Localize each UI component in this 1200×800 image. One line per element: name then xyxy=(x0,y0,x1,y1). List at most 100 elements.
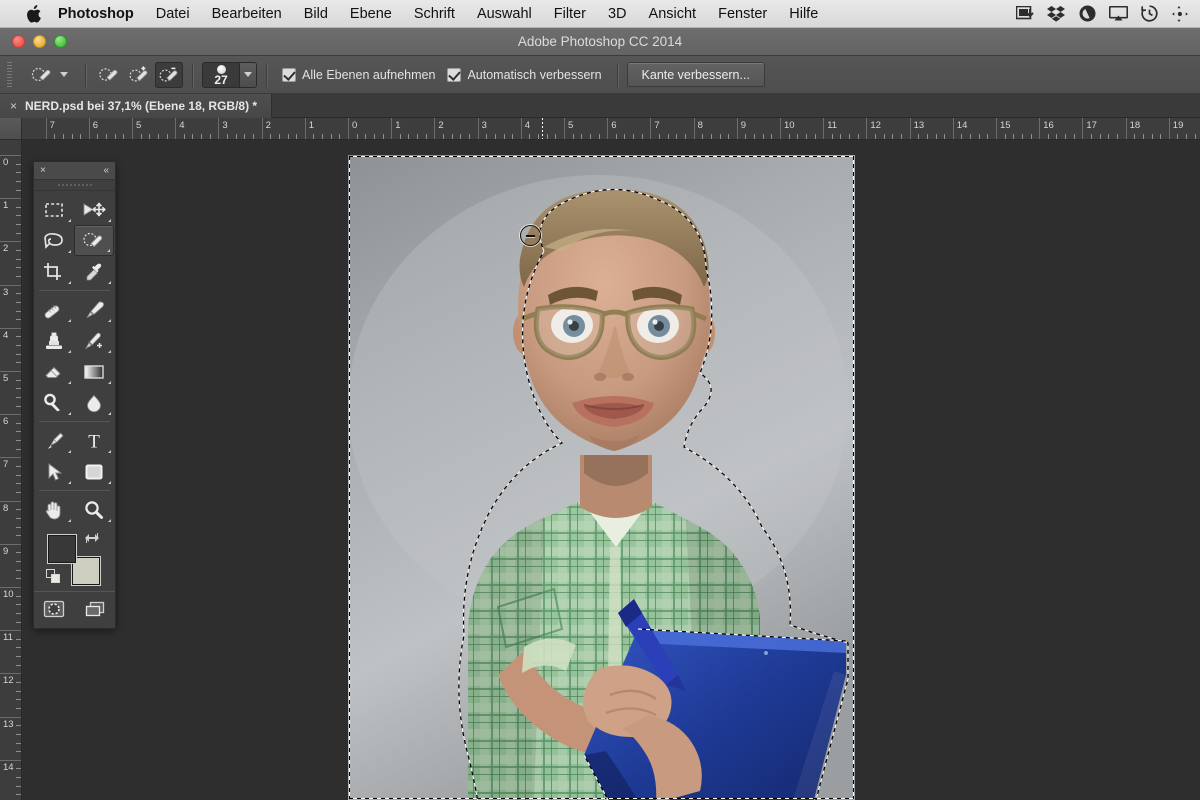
menu-item-ebene[interactable]: Ebene xyxy=(339,0,403,28)
ruler-label: 2 xyxy=(438,120,444,131)
menu-item-3d[interactable]: 3D xyxy=(597,0,638,28)
tool-quick-selection[interactable] xyxy=(74,225,114,256)
minimize-button[interactable] xyxy=(33,35,46,48)
menu-item-bearbeiten[interactable]: Bearbeiten xyxy=(201,0,293,28)
close-button[interactable] xyxy=(12,35,25,48)
sample-all-layers-checkbox[interactable] xyxy=(282,67,296,82)
tool-crop[interactable] xyxy=(34,256,74,287)
tool-flyout-corner-icon xyxy=(108,319,111,322)
mode-buttons-row xyxy=(34,591,115,628)
refine-edge-button[interactable]: Kante verbessern... xyxy=(626,62,765,87)
tool-clone-stamp[interactable] xyxy=(34,325,74,356)
ruler-tick-major xyxy=(693,118,695,139)
ruler-tick-major xyxy=(391,118,393,139)
new-selection-button[interactable] xyxy=(95,62,123,88)
ruler-label: 14 xyxy=(3,761,14,773)
ruler-label: 4 xyxy=(524,120,531,131)
tool-dodge[interactable] xyxy=(34,387,74,418)
dropbox-icon[interactable] xyxy=(1046,4,1066,24)
ruler-tick-minor xyxy=(615,134,617,139)
tool-eyedropper[interactable] xyxy=(74,256,114,287)
ruler-tick-minor xyxy=(589,134,591,139)
brush-size-picker[interactable]: 27 xyxy=(202,61,257,88)
ruler-tick-minor xyxy=(313,134,315,139)
foreground-color-swatch[interactable] xyxy=(48,535,76,563)
sample-all-layers-checkbox-row[interactable]: Alle Ebenen aufnehmen xyxy=(276,67,441,82)
tool-blur[interactable] xyxy=(74,387,114,418)
menu-item-photoshop[interactable]: Photoshop xyxy=(54,0,145,28)
tool-type[interactable]: T xyxy=(74,425,114,456)
menu-item-fenster[interactable]: Fenster xyxy=(707,0,778,28)
quick-mask-icon[interactable] xyxy=(40,596,68,622)
quick-selection-tool-icon[interactable] xyxy=(28,62,56,88)
tool-eraser[interactable] xyxy=(34,356,74,387)
menu-item-schrift[interactable]: Schrift xyxy=(403,0,466,28)
canvas-area[interactable] xyxy=(22,140,1200,800)
ruler-tick-major xyxy=(348,118,349,139)
default-colors-icon[interactable] xyxy=(46,569,62,590)
tool-hand[interactable] xyxy=(34,494,74,525)
ruler-label: 17 xyxy=(1086,120,1097,131)
background-color-swatch[interactable] xyxy=(72,557,100,585)
add-to-selection-button[interactable] xyxy=(125,62,153,88)
tool-path-selection[interactable] xyxy=(34,456,74,487)
tool-preset-picker[interactable] xyxy=(20,62,76,88)
airplay-icon[interactable] xyxy=(1108,4,1128,24)
ruler-tick-minor xyxy=(624,134,626,139)
tool-preset-chevron-down-icon[interactable] xyxy=(60,72,68,77)
ruler-tick-minor xyxy=(16,768,21,770)
menu-item-filter[interactable]: Filter xyxy=(543,0,597,28)
brush-size-chevron-down-icon[interactable] xyxy=(239,62,256,87)
ruler-corner[interactable] xyxy=(0,118,22,140)
ruler-tick-major xyxy=(45,118,47,139)
tool-rectangle-shape[interactable] xyxy=(74,456,114,487)
window-title: Adobe Photoshop CC 2014 xyxy=(517,33,683,49)
screen-download-icon[interactable] xyxy=(1015,4,1035,24)
zoom-button[interactable] xyxy=(54,35,67,48)
ruler-label: 0 xyxy=(352,120,358,131)
tools-panel-drag-handle[interactable] xyxy=(34,180,115,191)
close-icon[interactable]: × xyxy=(10,99,17,113)
ruler-tick-minor xyxy=(16,293,21,295)
document-canvas[interactable] xyxy=(348,155,855,800)
ruler-tick-minor xyxy=(684,134,686,139)
menu-item-hilfe[interactable]: Hilfe xyxy=(778,0,829,28)
swap-colors-icon[interactable] xyxy=(84,531,100,550)
vertical-ruler[interactable]: 0123456789101112131415 xyxy=(0,140,22,800)
flux-droplet-icon[interactable] xyxy=(1077,4,1097,24)
tool-zoom[interactable] xyxy=(74,494,114,525)
tool-pen[interactable] xyxy=(34,425,74,456)
horizontal-ruler[interactable]: 7 6 5 4 3 2 1 0 1 2 3 4 5 6 7 8 9 10 11 12 13 14 15 16 17 18 19 xyxy=(22,118,1200,140)
screen-mode-icon[interactable] xyxy=(81,596,109,622)
ruler-guide-marker[interactable] xyxy=(542,118,544,139)
apple-logo-icon[interactable] xyxy=(22,3,44,25)
ruler-tick-minor xyxy=(149,134,151,139)
menu-item-bild[interactable]: Bild xyxy=(293,0,339,28)
bluetooth-sharing-icon[interactable] xyxy=(1170,4,1190,24)
menu-item-ansicht[interactable]: Ansicht xyxy=(638,0,708,28)
ruler-label: 11 xyxy=(3,632,13,644)
ruler-tick-minor xyxy=(857,134,859,139)
ruler-label: 1 xyxy=(3,200,9,212)
document-tab-nerd-psd[interactable]: × NERD.psd bei 37,1% (Ebene 18, RGB/8) * xyxy=(0,94,273,118)
ruler-tick-minor xyxy=(1091,134,1093,139)
auto-enhance-checkbox[interactable] xyxy=(447,67,462,82)
menu-item-auswahl[interactable]: Auswahl xyxy=(466,0,543,28)
auto-enhance-checkbox-row[interactable]: Automatisch verbessern xyxy=(441,67,607,82)
tool-move[interactable] xyxy=(74,194,114,225)
tool-rectangular-marquee[interactable] xyxy=(34,194,74,225)
ruler-tick-minor xyxy=(1160,134,1162,139)
tool-brush[interactable] xyxy=(74,294,114,325)
tool-lasso[interactable] xyxy=(34,225,74,256)
time-machine-icon[interactable] xyxy=(1139,4,1159,24)
options-bar-grip[interactable] xyxy=(4,61,14,88)
tool-gradient[interactable] xyxy=(74,356,114,387)
ruler-tick-major xyxy=(736,118,738,139)
subtract-from-selection-button[interactable] xyxy=(155,61,183,88)
menu-item-datei[interactable]: Datei xyxy=(145,0,201,28)
ruler-tick-minor xyxy=(1099,134,1101,139)
close-icon[interactable]: × xyxy=(40,165,46,176)
tool-spot-healing-brush[interactable] xyxy=(34,294,74,325)
tool-history-brush[interactable] xyxy=(74,325,114,356)
collapse-icon[interactable]: « xyxy=(103,165,109,176)
